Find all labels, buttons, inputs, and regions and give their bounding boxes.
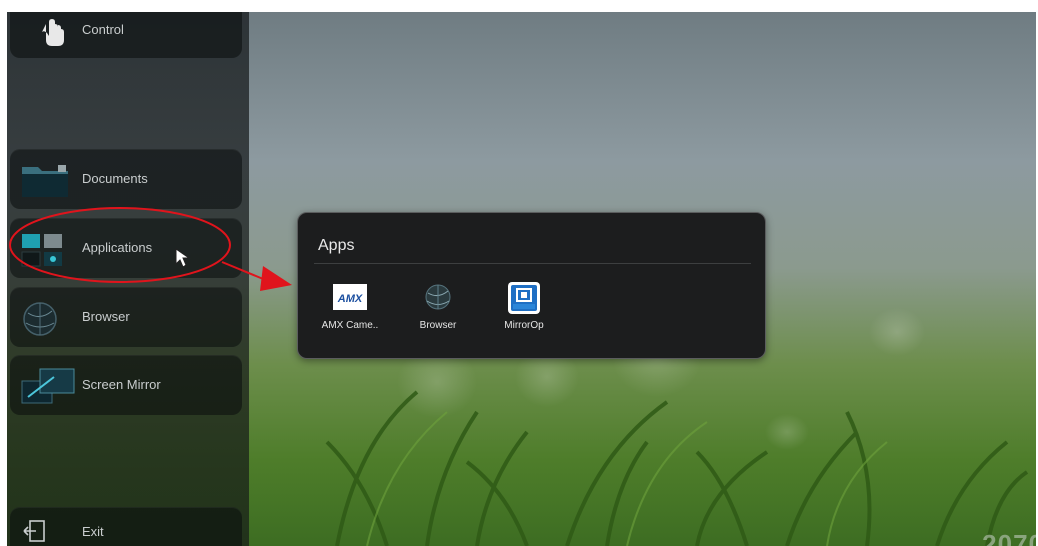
corner-watermark: 2070 bbox=[982, 529, 1036, 546]
mirrorop-icon bbox=[506, 281, 542, 315]
sidebar-item-label: Exit bbox=[82, 524, 104, 539]
sidebar-item-documents[interactable]: Documents bbox=[10, 149, 242, 209]
app-label: MirrorOp bbox=[504, 320, 544, 331]
screen-mirror-icon bbox=[20, 367, 75, 405]
sidebar-item-label: Control bbox=[82, 22, 124, 37]
divider bbox=[314, 263, 751, 264]
hand-touch-icon bbox=[20, 12, 70, 48]
app-label: Browser bbox=[419, 320, 457, 331]
sidebar-item-label: Browser bbox=[82, 309, 130, 324]
sidebar: Control Documents Applications Browser S… bbox=[7, 12, 249, 546]
apps-popup-title: Apps bbox=[318, 237, 355, 254]
svg-text:AMX: AMX bbox=[337, 293, 363, 305]
exit-icon bbox=[20, 517, 70, 546]
sidebar-item-browser[interactable]: Browser bbox=[10, 287, 242, 347]
amx-camera-icon: AMX bbox=[332, 281, 368, 315]
sidebar-item-label: Screen Mirror bbox=[82, 377, 161, 392]
sidebar-item-label: Documents bbox=[82, 171, 148, 186]
sidebar-item-screen-mirror[interactable]: Screen Mirror bbox=[10, 355, 242, 415]
folder-icon bbox=[20, 161, 70, 199]
sidebar-item-label: Applications bbox=[82, 240, 153, 255]
apps-popup: Apps AMX AMX Came.. Browser MirrorOp bbox=[297, 212, 766, 359]
sidebar-item-exit[interactable]: Exit bbox=[10, 507, 242, 546]
browser-globe-icon bbox=[420, 281, 456, 315]
sidebar-item-control[interactable]: Control bbox=[10, 12, 242, 58]
app-tile-mirrorop[interactable]: MirrorOp bbox=[489, 277, 559, 337]
app-tile-amx-camera[interactable]: AMX AMX Came.. bbox=[315, 277, 385, 337]
applications-grid-icon bbox=[20, 230, 70, 268]
app-label: AMX Came.. bbox=[321, 320, 379, 331]
app-tile-browser[interactable]: Browser bbox=[403, 277, 473, 337]
sidebar-item-applications[interactable]: Applications bbox=[10, 218, 242, 278]
globe-icon bbox=[20, 299, 70, 337]
